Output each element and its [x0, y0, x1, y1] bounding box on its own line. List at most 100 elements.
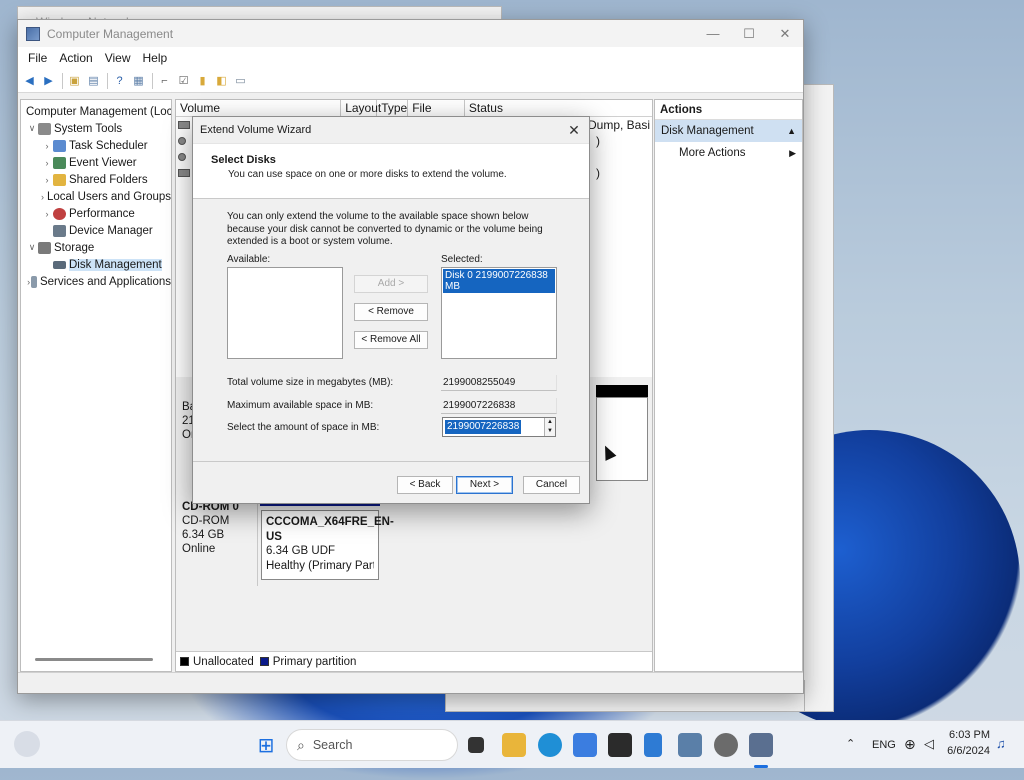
- task-view-icon[interactable]: [468, 737, 484, 753]
- search-folder-icon[interactable]: ◧: [213, 72, 230, 89]
- available-disks-list[interactable]: [227, 267, 343, 359]
- up-folder-icon[interactable]: ▣: [66, 72, 83, 89]
- volume-icon[interactable]: ◁: [924, 736, 934, 752]
- space-amount-stepper[interactable]: 2199007226838 ▲ ▼: [442, 417, 556, 437]
- taskbar: ⊞ ⌕ Search ⌃ ENG ⊕ ◁ 6:03 PM 6/6/2024 ♫: [0, 720, 1024, 768]
- help-icon[interactable]: ?: [111, 72, 128, 89]
- tree-item-label: Task Scheduler: [69, 139, 148, 152]
- collapse-up-icon[interactable]: ▲: [787, 126, 796, 136]
- tree-item-label: Services and Applications: [39, 275, 171, 288]
- add-button[interactable]: Add >: [354, 275, 428, 293]
- cdrom-type: CD-ROM: [182, 515, 230, 527]
- next-button[interactable]: Next >: [456, 476, 513, 494]
- expand-chevron-icon[interactable]: ›: [41, 209, 53, 219]
- tree-item-storage[interactable]: ∨ Storage: [21, 239, 171, 256]
- search-box[interactable]: ⌕ Search: [286, 729, 458, 761]
- checklist-icon[interactable]: ☑: [175, 72, 192, 89]
- maximize-button[interactable]: ☐: [731, 26, 767, 42]
- terminal-icon[interactable]: [608, 733, 632, 757]
- properties-icon[interactable]: ▦: [130, 72, 147, 89]
- expand-chevron-icon[interactable]: ›: [41, 158, 53, 168]
- back-button[interactable]: < Back: [397, 476, 453, 494]
- device-manager-icon: [53, 224, 66, 237]
- wizard-heading: Select Disks: [211, 154, 276, 166]
- cancel-button[interactable]: Cancel: [523, 476, 580, 494]
- back-arrow-icon[interactable]: ◀: [21, 72, 38, 89]
- total-size-value: 2199008255049: [441, 375, 557, 391]
- selected-disk-item[interactable]: Disk 0 2199007226838 MB: [443, 269, 555, 293]
- expand-chevron-icon[interactable]: ›: [41, 192, 44, 202]
- column-status[interactable]: Status: [465, 100, 652, 116]
- status-cell: ): [596, 166, 600, 180]
- file-explorer-icon[interactable]: [502, 733, 526, 757]
- more-actions-item[interactable]: More Actions ▶: [655, 142, 802, 164]
- expand-chevron-icon[interactable]: ›: [41, 141, 53, 151]
- column-type[interactable]: Type: [377, 100, 409, 116]
- wizard-footer: < Back Next > Cancel: [193, 461, 589, 503]
- volume-icon: [178, 121, 190, 129]
- tree-item-event-viewer[interactable]: › Event Viewer: [21, 154, 171, 171]
- status-cell: ): [596, 134, 600, 148]
- folder-icon: [53, 173, 66, 186]
- edge-browser-icon[interactable]: [538, 733, 562, 757]
- wizard-close-icon[interactable]: ✕: [559, 122, 589, 139]
- computer-management-taskbar-icon[interactable]: [749, 733, 773, 757]
- language-indicator[interactable]: ENG: [872, 739, 896, 751]
- extend-volume-wizard[interactable]: Extend Volume Wizard ✕ Select Disks You …: [192, 116, 590, 504]
- spin-down-icon[interactable]: ▼: [544, 427, 555, 436]
- title-bar[interactable]: Computer Management — ☐ ✕: [18, 20, 803, 47]
- wizard-subheading: You can use space on one or more disks t…: [228, 169, 507, 180]
- column-file-system[interactable]: File System: [408, 100, 465, 131]
- tree-item-services-applications[interactable]: › Services and Applications: [21, 273, 171, 290]
- minimize-button[interactable]: —: [695, 26, 731, 41]
- tree-item-shared-folders[interactable]: › Shared Folders: [21, 171, 171, 188]
- network-icon[interactable]: ⊕: [904, 736, 916, 753]
- actions-pane: Actions Disk Management ▲ More Actions ▶: [654, 99, 803, 672]
- horizontal-scrollbar[interactable]: [35, 658, 153, 661]
- wizard-title: Extend Volume Wizard: [200, 124, 312, 136]
- expand-chevron-icon[interactable]: ∨: [26, 242, 38, 253]
- tree-item-computer-management[interactable]: Computer Management (Local: [21, 103, 171, 120]
- microsoft-store-icon[interactable]: [573, 733, 597, 757]
- menu-view[interactable]: View: [99, 51, 137, 65]
- wizard-title-bar[interactable]: Extend Volume Wizard ✕: [193, 117, 589, 143]
- cd-partition[interactable]: CCCOMA_X64FRE_EN-US 6.34 GB UDF Healthy …: [261, 510, 394, 580]
- menu-file[interactable]: File: [22, 51, 53, 65]
- expand-chevron-icon[interactable]: ∨: [26, 123, 38, 134]
- menu-action[interactable]: Action: [53, 51, 98, 65]
- folder-icon[interactable]: ▮: [194, 72, 211, 89]
- column-volume[interactable]: Volume: [176, 100, 342, 116]
- connect-icon[interactable]: ⌐: [156, 72, 173, 89]
- expand-chevron-icon[interactable]: ›: [41, 175, 53, 185]
- photos-icon[interactable]: [678, 733, 702, 757]
- tree-item-task-scheduler[interactable]: › Task Scheduler: [21, 137, 171, 154]
- settings-gear-icon[interactable]: [714, 733, 738, 757]
- clock[interactable]: 6:03 PM 6/6/2024: [946, 729, 990, 757]
- actions-section-disk-management[interactable]: Disk Management ▲: [655, 120, 802, 142]
- disk-view-icon[interactable]: ▭: [232, 72, 249, 89]
- close-button[interactable]: ✕: [767, 26, 803, 42]
- partition-block[interactable]: [596, 397, 648, 481]
- tree-item-device-manager[interactable]: Device Manager: [21, 222, 171, 239]
- selected-disks-list[interactable]: Disk 0 2199007226838 MB: [441, 267, 557, 359]
- show-hidden-icons-chevron-icon[interactable]: ⌃: [846, 737, 855, 750]
- spin-up-icon[interactable]: ▲: [544, 418, 555, 427]
- show-hide-tree-icon[interactable]: ▤: [85, 72, 102, 89]
- tree-item-local-users[interactable]: › Local Users and Groups: [21, 188, 171, 205]
- tree-item-disk-management[interactable]: Disk Management: [21, 256, 171, 273]
- tree-item-performance[interactable]: › Performance: [21, 205, 171, 222]
- tree-item-system-tools[interactable]: ∨ System Tools: [21, 120, 171, 137]
- remove-all-button[interactable]: < Remove All: [354, 331, 428, 349]
- remove-button[interactable]: < Remove: [354, 303, 428, 321]
- menu-help[interactable]: Help: [137, 51, 174, 65]
- notepad-icon[interactable]: [644, 733, 662, 757]
- space-amount-input[interactable]: 2199007226838: [445, 420, 522, 434]
- start-windows-icon[interactable]: ⊞: [254, 733, 278, 757]
- widgets-icon[interactable]: [14, 731, 40, 757]
- navigation-tree[interactable]: Computer Management (Local ∨ System Tool…: [20, 99, 172, 672]
- volume-icon: [178, 169, 190, 177]
- cdrom-0-label[interactable]: CD-ROM 0 CD-ROM 6.34 GB Online: [176, 496, 258, 586]
- column-layout[interactable]: Layout: [341, 100, 381, 116]
- forward-arrow-icon[interactable]: ▶: [40, 72, 57, 89]
- notification-bell-icon[interactable]: ♫: [996, 736, 1006, 751]
